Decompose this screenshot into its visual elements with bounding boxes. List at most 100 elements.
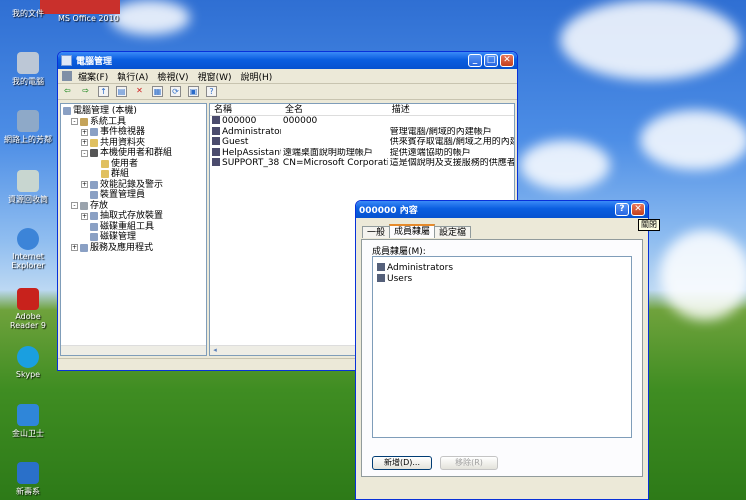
desktop-icon-app[interactable]: 新壽系 [0,462,56,497]
tree-item-label: 磁碟管理 [100,232,137,242]
column-full-name[interactable]: 全名 [281,104,388,115]
cell-description: 提供遠端協助的帳戶 [389,147,471,158]
tab-profile[interactable]: 設定檔 [434,226,472,238]
table-row[interactable]: Guest 供來賓存取電腦/網域之用的內建 [210,137,514,148]
export-icon[interactable]: ▣ [188,86,199,97]
expander-icon[interactable]: - [81,149,88,157]
expander-icon[interactable]: + [81,212,88,220]
expander-icon[interactable]: + [81,128,88,136]
tree-item-label: 存放 [90,200,109,211]
table-row[interactable]: HelpAssistant 遠端桌面說明助理帳戶 提供遠端協助的帳戶 [210,147,514,159]
show-tree-icon[interactable]: ▤ [116,86,127,97]
defrag-icon [90,222,98,231]
refresh-icon[interactable]: ⟳ [170,86,181,97]
desktop-icon-label: Adobe Reader 9 [10,312,46,330]
member-list: Administrators Users [372,256,632,438]
add-button[interactable]: 新增(D)... [372,456,432,470]
tree-scrollbar[interactable] [61,345,206,355]
minimize-button[interactable]: _ [468,54,482,67]
menu-action[interactable]: 執行(A) [117,70,148,83]
computer-icon [17,52,39,74]
tree-item[interactable]: 電腦管理 (本機) [63,106,206,117]
tree-item[interactable]: + 服務及應用程式 [63,243,206,254]
menu-view[interactable]: 檢視(V) [157,70,188,83]
desktop-icon-label: 資源回收筒 [8,195,48,204]
tree-item[interactable]: - 系統工具 [63,117,206,128]
desktop-icon-adobe-reader[interactable]: Adobe Reader 9 [0,288,56,330]
tree-item[interactable]: 群組 [63,169,206,180]
tree-item[interactable]: + 效能記錄及警示 [63,180,206,191]
table-row[interactable]: 000000 000000 [210,116,514,127]
tree-item-label: 使用者 [111,158,139,169]
desktop-icon-kingsoft[interactable]: 金山卫士 [0,404,56,439]
dialog-title-bar[interactable]: 000000 內容 ? ✕ [356,201,648,218]
up-folder-icon[interactable]: ↑ [98,86,109,97]
expander-icon[interactable]: - [71,202,78,210]
desktop-icon-my-computer[interactable]: 我的電腦 [0,52,56,87]
dialog-title: 000000 內容 [359,206,418,216]
tree-item[interactable]: + 抽取式存放裝置 [63,211,206,222]
column-name[interactable]: 名稱 [210,104,281,115]
tab-general[interactable]: 一般 [362,226,391,238]
back-arrow-icon[interactable]: ⇦ [62,86,73,97]
tree-item-label: 電腦管理 (本機) [73,106,137,116]
delete-icon[interactable]: ✕ [134,86,145,97]
cell-full-name: 000000 [282,116,318,126]
tree-item[interactable]: + 共用資料夾 [63,138,206,149]
cloud [640,110,746,170]
tab-strip: 一般 成員隸屬 設定檔 [362,224,472,238]
desktop-icon-label: 新壽系 [16,487,40,496]
tree-item-label: 效能記錄及警示 [100,179,164,190]
desktop-icon-skype[interactable]: Skype [0,346,56,379]
list-item[interactable]: Users [373,273,631,285]
desktop-icon-network[interactable]: 網路上的芳鄰 [0,110,56,145]
tree-item[interactable]: 使用者 [63,159,206,170]
recycle-bin-icon [17,170,39,192]
toolbar: ⇦ ⇨ ↑ ▤ ✕ ▦ ⟳ ▣ ? [58,84,517,100]
tree-item-label: 裝置管理員 [100,190,146,200]
menu-file[interactable]: 檔案(F) [78,70,108,83]
cell-description [388,116,514,127]
remove-button[interactable]: 移除(R) [440,456,498,470]
table-row[interactable]: Administrator 管理電腦/網域的內建帳戶 [210,126,514,138]
menu-help[interactable]: 說明(H) [241,70,273,83]
tree-item[interactable]: 磁碟管理 [63,232,206,243]
menu-window[interactable]: 視窗(W) [198,70,232,83]
title-bar[interactable]: 電腦管理 _ □ ✕ [58,52,517,69]
expander-icon[interactable]: - [71,118,78,126]
tree-item-label: 事件檢視器 [100,127,146,137]
cell-name: SUPPORT_38 [222,158,280,168]
tree-item[interactable]: - 本機使用者和群組 [63,148,206,159]
expander-icon[interactable]: + [81,139,88,147]
storage-icon [80,201,88,210]
tree-item[interactable]: - 存放 [63,201,206,212]
help-button[interactable]: ? [615,203,629,216]
desktop-icon-recycle-bin[interactable]: 資源回收筒 [0,170,56,205]
group-icon [377,273,385,282]
tab-body: 成員隸屬(M): Administrators Users 新增(D)... 移… [361,239,643,477]
properties-icon[interactable]: ▦ [152,86,163,97]
tree-item[interactable]: + 事件檢視器 [63,127,206,138]
window-title: 電腦管理 [76,57,113,67]
tab-member-of[interactable]: 成員隸屬 [389,224,436,238]
column-description[interactable]: 描述 [388,104,514,115]
expander-icon[interactable]: + [71,244,78,252]
list-item[interactable]: Administrators [373,263,631,274]
close-button[interactable]: ✕ [500,54,514,67]
desktop-icon-my-documents[interactable]: 我的文件 [0,8,56,19]
dialog-close-button[interactable]: ✕ [631,203,645,216]
skype-icon [17,346,39,368]
desktop-icon-ie[interactable]: Internet Explorer [0,228,56,270]
maximize-button[interactable]: □ [484,54,498,67]
forward-arrow-icon[interactable]: ⇨ [80,86,91,97]
tree-item[interactable]: 裝置管理員 [63,190,206,201]
close-tooltip: 關閉 [638,219,660,231]
help-icon[interactable]: ? [206,86,217,97]
app-menu-icon[interactable] [62,71,72,81]
tree-item[interactable]: 磁碟重組工具 [63,222,206,233]
scroll-left-icon[interactable]: ◂ [210,346,220,355]
expander-icon[interactable]: + [81,181,88,189]
cell-description: 這是個說明及支援服務的供應者帳 [389,158,514,168]
cell-full-name: CN=Microsoft Corporation [282,158,388,168]
table-row[interactable]: SUPPORT_38 CN=Microsoft Corporation 這是個說… [210,158,514,169]
